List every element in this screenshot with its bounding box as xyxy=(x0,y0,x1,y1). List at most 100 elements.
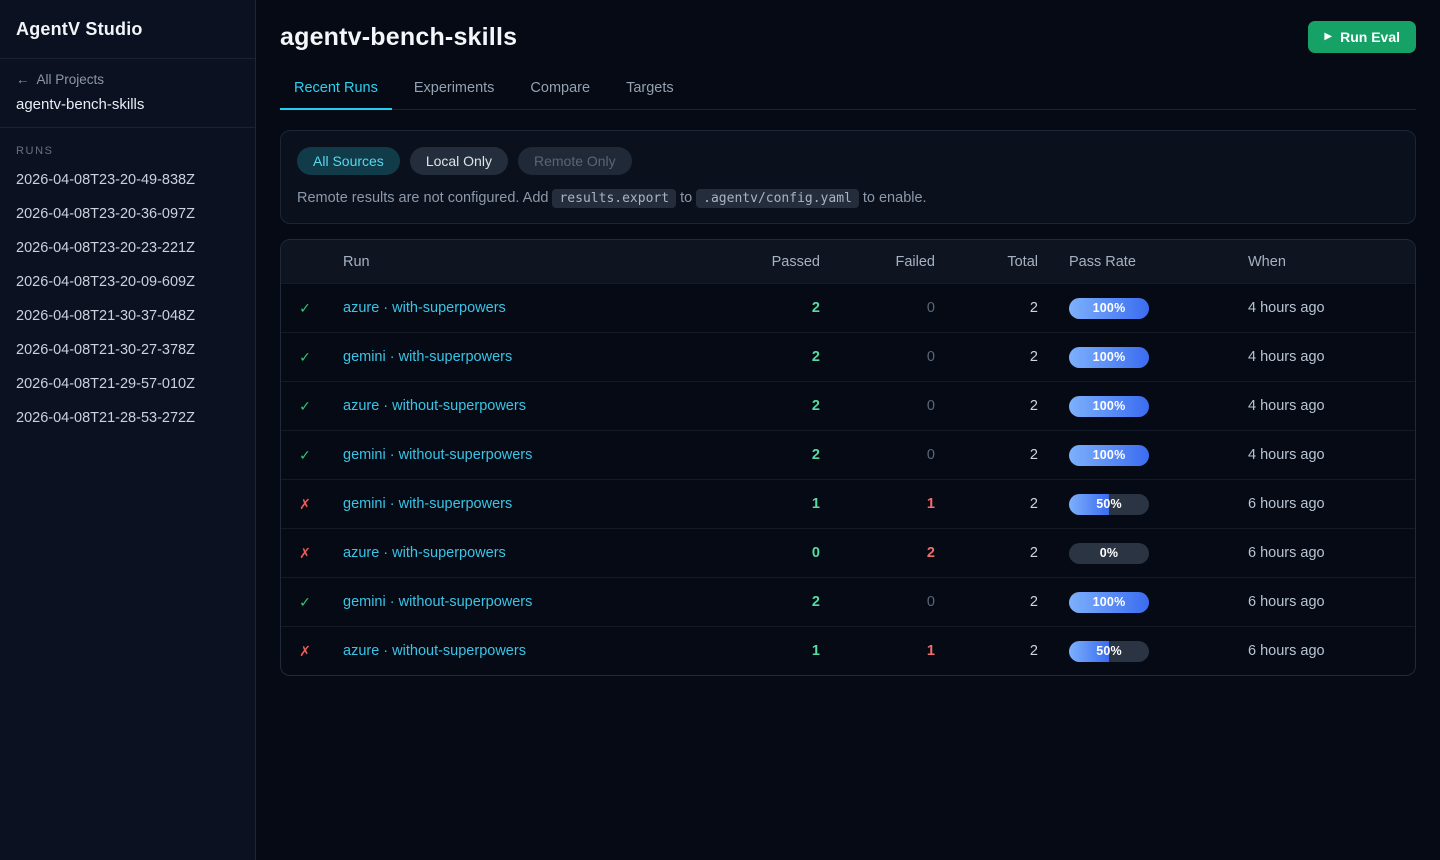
table-row: ✓ gemini · without-superpowers 2 0 2 100… xyxy=(281,577,1415,626)
tab-recent-runs[interactable]: Recent Runs xyxy=(280,80,392,110)
play-icon: ▶ xyxy=(1324,32,1332,42)
when-value: 4 hours ago xyxy=(1248,300,1415,316)
tab-compare[interactable]: Compare xyxy=(516,80,604,109)
back-link-label: All Projects xyxy=(37,72,105,87)
pass-rate-pill: 50% xyxy=(1069,494,1149,515)
status-icon: ✗ xyxy=(281,643,329,660)
table-row: ✗ azure · with-superpowers 0 2 2 0% 6 ho… xyxy=(281,528,1415,577)
when-value: 6 hours ago xyxy=(1248,496,1415,512)
source-filter-chips: All Sources Local Only Remote Only xyxy=(297,147,1399,175)
sidebar-header: AgentV Studio xyxy=(0,0,255,59)
passed-value: 1 xyxy=(715,643,835,659)
status-icon: ✓ xyxy=(281,594,329,611)
app-title: AgentV Studio xyxy=(16,19,239,40)
back-arrow-icon: ← xyxy=(16,72,30,87)
pass-rate-label: 100% xyxy=(1069,298,1149,319)
chip-local-only[interactable]: Local Only xyxy=(410,147,508,175)
passed-value: 1 xyxy=(715,496,835,512)
sidebar-run-item[interactable]: 2026-04-08T21-28-53-272Z xyxy=(0,401,255,435)
chip-remote-only: Remote Only xyxy=(518,147,632,175)
pass-rate-label: 100% xyxy=(1069,347,1149,368)
failed-value: 2 xyxy=(835,545,950,561)
pass-rate-label: 100% xyxy=(1069,396,1149,417)
sidebar-run-list: 2026-04-08T23-20-49-838Z2026-04-08T23-20… xyxy=(0,163,255,435)
source-filter-panel: All Sources Local Only Remote Only Remot… xyxy=(280,130,1416,224)
tab-targets[interactable]: Targets xyxy=(612,80,688,109)
note-suffix: to enable. xyxy=(863,190,927,206)
status-icon: ✓ xyxy=(281,398,329,415)
total-value: 2 xyxy=(950,447,1053,463)
column-header-when: When xyxy=(1248,254,1415,270)
when-value: 6 hours ago xyxy=(1248,545,1415,561)
run-link[interactable]: gemini · with-superpowers xyxy=(343,496,512,512)
run-eval-label: Run Eval xyxy=(1340,29,1400,45)
run-link[interactable]: azure · without-superpowers xyxy=(343,643,526,659)
sidebar-run-item[interactable]: 2026-04-08T21-29-57-010Z xyxy=(0,367,255,401)
status-icon: ✗ xyxy=(281,545,329,562)
all-projects-back-link[interactable]: ← All Projects xyxy=(16,72,239,87)
table-row: ✓ azure · without-superpowers 2 0 2 100%… xyxy=(281,381,1415,430)
pass-rate-pill: 100% xyxy=(1069,347,1149,368)
total-value: 2 xyxy=(950,496,1053,512)
pass-rate-pill: 100% xyxy=(1069,298,1149,319)
sidebar-project-section: ← All Projects agentv-bench-skills xyxy=(0,59,255,128)
pass-rate-label: 100% xyxy=(1069,592,1149,613)
runs-table: Run Passed Failed Total Pass Rate When ✓… xyxy=(280,239,1416,676)
pass-rate-label: 50% xyxy=(1069,494,1149,515)
failed-value: 0 xyxy=(835,398,950,414)
pass-rate-pill: 0% xyxy=(1069,543,1149,564)
run-link[interactable]: gemini · with-superpowers xyxy=(343,349,512,365)
table-row: ✗ gemini · with-superpowers 1 1 2 50% 6 … xyxy=(281,479,1415,528)
tab-experiments[interactable]: Experiments xyxy=(400,80,509,109)
main-content: agentv-bench-skills ▶ Run Eval Recent Ru… xyxy=(256,0,1440,860)
when-value: 6 hours ago xyxy=(1248,643,1415,659)
note-middle: to xyxy=(680,190,692,206)
total-value: 2 xyxy=(950,349,1053,365)
sidebar-run-item[interactable]: 2026-04-08T23-20-09-609Z xyxy=(0,265,255,299)
total-value: 2 xyxy=(950,594,1053,610)
failed-value: 0 xyxy=(835,447,950,463)
when-value: 4 hours ago xyxy=(1248,398,1415,414)
chip-all-sources[interactable]: All Sources xyxy=(297,147,400,175)
sidebar: AgentV Studio ← All Projects agentv-benc… xyxy=(0,0,256,860)
column-header-passed: Passed xyxy=(715,254,835,270)
table-body: ✓ azure · with-superpowers 2 0 2 100% 4 … xyxy=(281,283,1415,675)
run-eval-button[interactable]: ▶ Run Eval xyxy=(1308,21,1416,53)
status-icon: ✓ xyxy=(281,349,329,366)
table-header-row: Run Passed Failed Total Pass Rate When xyxy=(281,240,1415,283)
failed-value: 0 xyxy=(835,594,950,610)
pass-rate-pill: 100% xyxy=(1069,396,1149,417)
pass-rate-label: 100% xyxy=(1069,445,1149,466)
sidebar-run-item[interactable]: 2026-04-08T21-30-37-048Z xyxy=(0,299,255,333)
passed-value: 2 xyxy=(715,447,835,463)
run-link[interactable]: azure · without-superpowers xyxy=(343,398,526,414)
pass-rate-label: 50% xyxy=(1069,641,1149,662)
sidebar-run-item[interactable]: 2026-04-08T23-20-23-221Z xyxy=(0,231,255,265)
table-row: ✓ gemini · with-superpowers 2 0 2 100% 4… xyxy=(281,332,1415,381)
sidebar-run-item[interactable]: 2026-04-08T23-20-36-097Z xyxy=(0,197,255,231)
passed-value: 2 xyxy=(715,398,835,414)
run-link[interactable]: gemini · without-superpowers xyxy=(343,594,532,610)
note-code-results-export: results.export xyxy=(552,189,676,208)
table-row: ✗ azure · without-superpowers 1 1 2 50% … xyxy=(281,626,1415,675)
sidebar-run-item[interactable]: 2026-04-08T23-20-49-838Z xyxy=(0,163,255,197)
total-value: 2 xyxy=(950,545,1053,561)
failed-value: 0 xyxy=(835,349,950,365)
column-header-failed: Failed xyxy=(835,254,950,270)
passed-value: 2 xyxy=(715,300,835,316)
failed-value: 1 xyxy=(835,643,950,659)
run-link[interactable]: azure · with-superpowers xyxy=(343,545,506,561)
page-title: agentv-bench-skills xyxy=(280,23,517,52)
pass-rate-pill: 50% xyxy=(1069,641,1149,662)
when-value: 4 hours ago xyxy=(1248,447,1415,463)
when-value: 4 hours ago xyxy=(1248,349,1415,365)
total-value: 2 xyxy=(950,300,1053,316)
run-link[interactable]: azure · with-superpowers xyxy=(343,300,506,316)
run-link[interactable]: gemini · without-superpowers xyxy=(343,447,532,463)
sidebar-run-item[interactable]: 2026-04-08T21-30-27-378Z xyxy=(0,333,255,367)
tab-bar: Recent Runs Experiments Compare Targets xyxy=(280,80,1416,110)
status-icon: ✓ xyxy=(281,447,329,464)
column-header-pass-rate: Pass Rate xyxy=(1053,254,1248,270)
table-row: ✓ gemini · without-superpowers 2 0 2 100… xyxy=(281,430,1415,479)
when-value: 6 hours ago xyxy=(1248,594,1415,610)
